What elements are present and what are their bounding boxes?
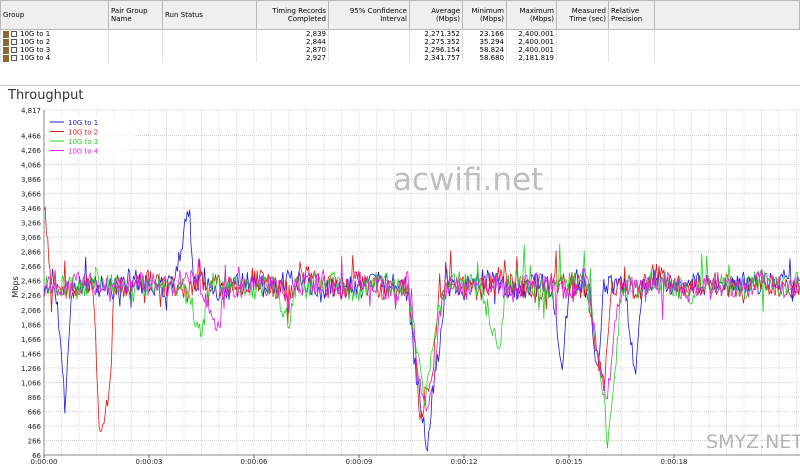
y-tick-label: 666 <box>28 408 42 416</box>
chart-separator <box>0 85 800 86</box>
x-axis-ticks: 0:00:00 0:00:03 0:00:06 0:00:09 0:00:12 0:00:… <box>31 455 688 464</box>
x-tick-label: 0:00:06 <box>241 458 269 464</box>
y-tick-label: 1,866 <box>21 321 42 329</box>
y-tick-label: 4,466 <box>21 132 42 140</box>
y-tick-label: 266 <box>28 437 42 445</box>
y-tick-label: 4,066 <box>21 162 42 170</box>
y-tick-label: 3,666 <box>21 191 42 199</box>
y-tick-label: 3,066 <box>21 234 42 242</box>
y-tick-label: 3,466 <box>21 205 42 213</box>
y-tick-label: 1,466 <box>21 350 42 358</box>
y-axis-label: Mbps <box>11 276 20 297</box>
y-tick-label: 3,266 <box>21 220 42 228</box>
y-tick-label: 3,866 <box>21 176 42 184</box>
x-tick-label: 0:00:18 <box>661 458 688 464</box>
x-tick-label: 0:00:03 <box>136 458 163 464</box>
y-tick-label: 466 <box>28 423 42 431</box>
y-axis-ticks: 4,817 4,466 4,266 4,066 3,866 3,666 3,466 3,266… <box>21 107 42 460</box>
x-tick-label: 0:00:00 <box>31 458 58 464</box>
y-tick-label: 4,266 <box>21 147 42 155</box>
series-lines <box>43 206 800 453</box>
x-tick-label: 0:00:15 <box>556 458 583 464</box>
legend-label: 10G to 4 <box>68 148 99 156</box>
legend-label: 10G to 3 <box>68 138 98 146</box>
y-tick-label: 2,466 <box>21 278 42 286</box>
y-tick-label: 1,666 <box>21 336 42 344</box>
watermark-smyz: SMYZ.NET <box>706 431 800 453</box>
y-tick-label: 1,066 <box>21 379 42 387</box>
x-tick-label: 0:00:09 <box>346 458 373 464</box>
y-tick-label: 866 <box>28 394 42 402</box>
legend-label: 10G to 2 <box>68 129 98 137</box>
watermark-acwifi: acwifi.net <box>393 162 543 198</box>
y-tick-label: 2,066 <box>21 307 42 315</box>
y-tick-label: 2,666 <box>21 263 42 271</box>
y-tick-label: 2,266 <box>21 292 42 300</box>
series-line <box>43 255 800 412</box>
y-tick-label: 4,817 <box>21 107 41 115</box>
series-line <box>43 206 800 433</box>
throughput-chart: 4,817 4,466 4,266 4,066 3,866 3,666 3,466 3,266… <box>0 85 800 464</box>
legend-label: 10G to 1 <box>68 119 98 127</box>
x-tick-label: 0:00:12 <box>451 458 478 464</box>
legend: 10G to 1 10G to 210G to 3 10G to 4 <box>47 116 133 156</box>
y-tick-label: 2,866 <box>21 249 42 257</box>
y-tick-label: 1,266 <box>21 365 42 373</box>
